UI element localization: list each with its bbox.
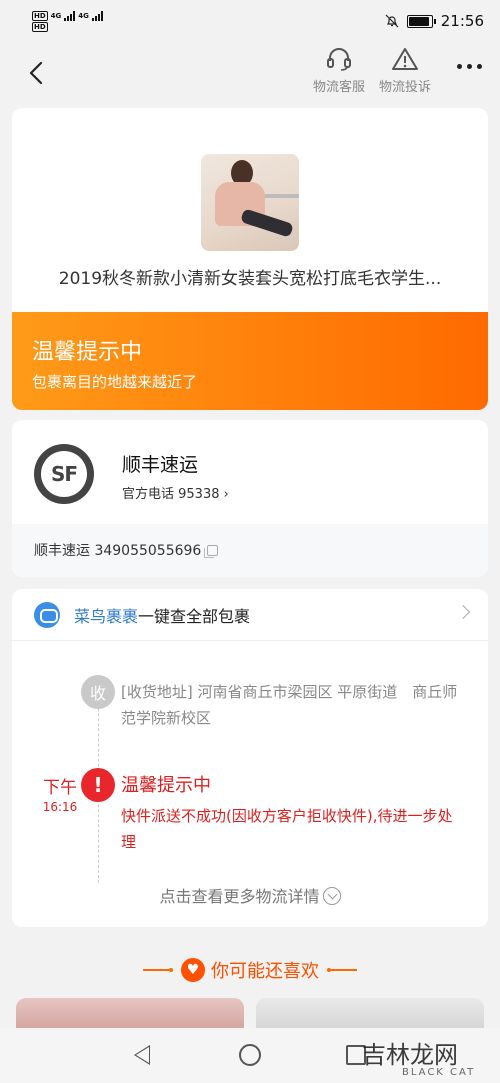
more-details-button[interactable]: 点击查看更多物流详情 [12,883,488,907]
cainiao-icon [34,601,60,628]
cainiao-brand: 菜鸟裹裹 [74,606,139,626]
hd-badge: HD [32,10,48,21]
alert-day: 下午 [43,778,77,798]
product-thumbnail[interactable] [201,154,299,251]
chevron-down-icon [322,887,341,905]
recommend-title: 你可能还喜欢 [211,961,319,982]
watermark-subtext: BLACK CAT [402,1067,476,1078]
alert-time: 下午 16:16 [36,773,84,814]
copy-icon[interactable] [204,545,219,558]
courier-phone-link[interactable]: 官方电话 95338 › [122,483,229,502]
sf-logo-text: SF [41,451,87,497]
signal-indicators: HD 4G 4G HD [32,10,103,32]
tracking-number-row[interactable]: 顺丰速运 349055055696 [12,524,488,577]
signal-icon [91,10,103,21]
alert-clock: 16:16 [42,800,78,814]
battery-icon [406,14,436,28]
logistics-card: 菜鸟裹裹 一键查全部包裹 收 [收货地址] 河南省商丘市梁园区 平原街道 商丘师范… [12,589,488,927]
system-home-icon[interactable] [239,1044,261,1066]
status-banner: 温馨提示中 包裹离目的地越来越近了 [12,312,488,410]
support-label: 物流客服 [312,80,365,95]
signal-icon [64,10,76,21]
network-type: 4G [50,11,62,20]
more-details-label: 点击查看更多物流详情 [159,887,320,906]
system-back-icon[interactable] [134,1045,150,1065]
heart-icon: ♥ [181,958,205,982]
clock: 21:56 [440,12,484,30]
nav-bar: 物流客服 物流投诉 [0,42,500,104]
network-type: 4G [78,11,89,20]
cainiao-link[interactable]: 菜鸟裹裹 一键查全部包裹 [12,589,488,641]
banner-subtitle: 包裹离目的地越来越近了 [32,373,198,391]
tracking-number: 顺丰速运 349055055696 [34,543,202,559]
watermark: 吉林龙网 BLACK CAT [362,1033,500,1083]
courier-name: 顺丰速运 [122,454,199,476]
banner-title: 温馨提示中 [32,340,143,365]
status-bar: HD 4G 4G HD 21:56 [0,0,500,42]
alert-description: 快件派送不成功(因收方客户拒收快件),待进一步处理 [121,807,453,851]
warning-triangle-icon [392,48,418,70]
courier-card: SF 顺丰速运 官方电话 95338 › 顺丰速运 349055055696 [12,420,488,577]
product-title: 2019秋冬新款小清新女装套头宽松打底毛衣学生... [58,269,442,289]
hd-badge: HD [32,21,48,32]
divider-left [143,968,173,972]
receive-badge: 收 [81,675,115,709]
alert-title: 温馨提示中 [121,775,211,796]
more-dots-icon[interactable] [457,64,482,69]
logistics-complaint-button[interactable]: 物流投诉 [373,46,437,95]
divider-right [327,968,357,972]
product-card[interactable]: 2019秋冬新款小清新女装套头宽松打底毛衣学生... 温馨提示中 包裹离目的地越… [12,108,488,410]
logistics-support-button[interactable]: 物流客服 [307,46,371,95]
receive-address: [收货地址] 河南省商丘市梁园区 平原街道 商丘师范学院新校区 [121,683,458,727]
courier-phone-text: 官方电话 95338 [122,487,220,502]
headset-icon [327,48,351,71]
watermark-text: 吉林龙网 [362,1041,458,1069]
back-arrow-icon[interactable] [22,58,52,88]
cainiao-text: 一键查全部包裹 [138,606,251,626]
complaint-label: 物流投诉 [378,80,431,95]
chevron-right-icon [455,604,471,620]
chevron-right-icon: › [223,487,229,502]
sf-express-logo: SF [34,444,94,504]
mute-bell-icon [385,14,399,28]
alert-icon: ! [81,768,115,802]
recommend-header: ♥ 你可能还喜欢 [0,955,500,985]
